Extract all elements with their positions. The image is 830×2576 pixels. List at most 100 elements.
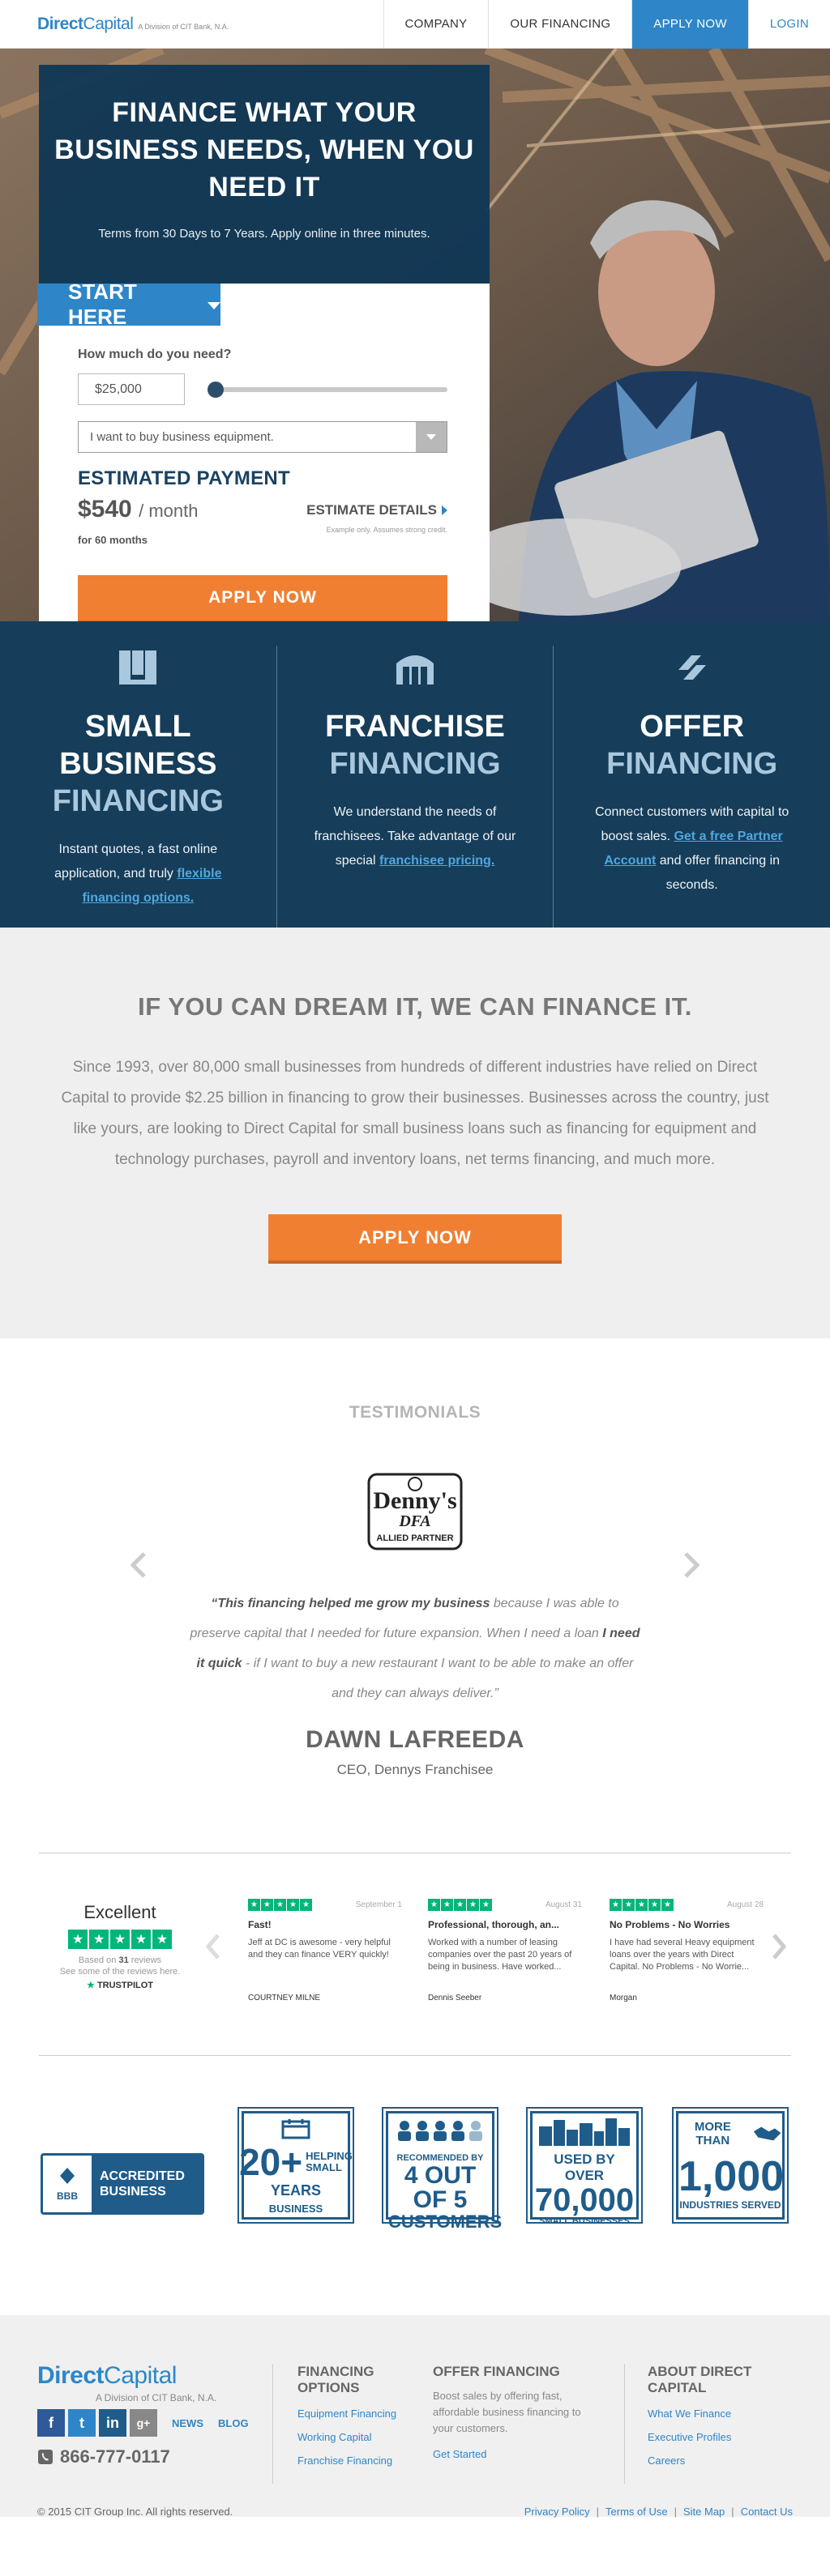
svg-text:ALLIED PARTNER: ALLIED PARTNER xyxy=(376,1533,453,1543)
testimonial-role: CEO, Dennys Franchisee xyxy=(336,1762,494,1777)
badge-businesses-served: USED BY OVER 70,000 SMALL BUSINESSES xyxy=(526,2107,643,2226)
review-title: No Problems - No Worries xyxy=(610,1919,730,1930)
feature-franchise: FRANCHISE FINANCING We understand the nee… xyxy=(276,646,554,928)
terms-of-use-link[interactable]: Terms of Use xyxy=(605,2506,668,2518)
review-card: ★ ★ ★ ★ ★ September 1 Fast! Jeff at DC is awe… xyxy=(248,1899,402,2002)
star-icon: ★ xyxy=(131,1930,151,1949)
trustpilot-reviews: Excellent ★ ★ ★ ★ ★ Based on 31 reviews See … xyxy=(0,1853,830,2056)
review-card: ★ ★ ★ ★ ★ August 31 Professional, thorough, a… xyxy=(428,1899,582,2002)
handshake-icon xyxy=(753,2126,781,2141)
franchise-financing-link[interactable]: Franchise Financing xyxy=(297,2454,410,2467)
twitter-icon[interactable]: t xyxy=(68,2409,96,2437)
calendar-icon xyxy=(281,2119,310,2139)
brand-tagline: A Division of CIT Bank, N.A. xyxy=(138,22,229,31)
testimonials-title: TESTIMONIALS xyxy=(349,1403,481,1422)
facebook-icon[interactable]: f xyxy=(37,2409,65,2437)
review-count: Based on 31 reviews xyxy=(78,1955,162,1965)
testimonials-section: TESTIMONIALS Denny's DFA ALLIED PARTNER … xyxy=(0,1338,830,1853)
feature-text: Instant quotes, a fast online applicatio… xyxy=(54,842,222,905)
badge-years-helping: 20+ HELPING SMALL YEARS BUSINESS xyxy=(237,2107,354,2224)
start-here-tab: START HERE xyxy=(37,279,220,329)
five-star-rating: ★ ★ ★ ★ ★ xyxy=(428,1899,492,1911)
review-author: COURTNEY MILNE xyxy=(248,1994,321,2002)
estimated-payment-amount: $540 / month xyxy=(78,496,199,522)
see-reviews-link[interactable]: See some of the reviews here. xyxy=(39,1967,201,1977)
svg-text:Denny's: Denny's xyxy=(373,1487,456,1514)
review-title: Professional, thorough, an... xyxy=(428,1919,560,1930)
get-started-link[interactable]: Get Started xyxy=(433,2448,587,2460)
nav-our-financing[interactable]: OUR FINANCING xyxy=(488,0,631,49)
dropdown-arrow-icon xyxy=(416,422,447,452)
footer-tagline: A Division of CIT Bank, N.A. xyxy=(96,2392,217,2403)
purpose-select[interactable]: I want to buy business equipment. xyxy=(78,421,447,453)
rating-word: Excellent xyxy=(83,1902,156,1922)
city-skyline-icon xyxy=(539,2118,630,2146)
site-header: DirectCapital A Division of CIT Bank, N.… xyxy=(0,0,830,49)
footer-offer-financing: OFFER FINANCING Boost sales by offering … xyxy=(433,2364,587,2460)
estimated-payment-title: ESTIMATED PAYMENT xyxy=(78,467,291,489)
chevron-left-icon[interactable] xyxy=(204,1933,222,1960)
footer-column-title: OFFER FINANCING xyxy=(433,2364,560,2379)
footer-about: ABOUT DIRECT CAPITAL What We Finance Exe… xyxy=(624,2364,794,2484)
franchisee-pricing-link[interactable]: franchisee pricing. xyxy=(379,854,494,868)
partner-link-icon xyxy=(678,655,706,680)
feature-title: OFFER xyxy=(640,710,745,744)
footer-logo[interactable]: DirectCapital xyxy=(37,2362,177,2390)
feature-text: Connect customers with capital to boost … xyxy=(595,805,789,892)
what-we-finance-link[interactable]: What We Finance xyxy=(648,2408,794,2420)
site-footer: DirectCapital A Division of CIT Bank, N.… xyxy=(0,2315,830,2518)
hero-subtitle: Terms from 30 Days to 7 Years. Apply onl… xyxy=(98,227,430,241)
privacy-policy-link[interactable]: Privacy Policy xyxy=(524,2506,590,2518)
chevron-right-icon[interactable] xyxy=(770,1933,788,1960)
people-icon xyxy=(398,2121,482,2141)
nav-login[interactable]: LOGIN xyxy=(747,0,830,49)
review-card: ★ ★ ★ ★ ★ August 28 No Problems - No Worries … xyxy=(610,1899,764,2002)
review-title: Fast! xyxy=(248,1919,272,1930)
financing-features: SMALL BUSINESS FINANCING Instant quotes, … xyxy=(0,621,830,928)
careers-link[interactable]: Careers xyxy=(648,2454,794,2467)
review-date: August 31 xyxy=(545,1900,582,1909)
amount-question: How much do you need? xyxy=(78,348,232,361)
review-date: September 1 xyxy=(355,1900,402,1909)
badge-industries-served: MORE THAN 1,000 INDUSTRIES SERVED xyxy=(672,2107,789,2224)
legal-links: Privacy Policy | Terms of Use | Site Map | … xyxy=(524,2506,793,2518)
estimate-details-link[interactable]: ESTIMATE DETAILS xyxy=(306,502,447,518)
svg-text:DFA: DFA xyxy=(398,1512,430,1530)
amount-slider-track[interactable] xyxy=(211,387,447,392)
dream-apply-now-button[interactable]: APPLY NOW xyxy=(268,1214,562,1264)
nav-company[interactable]: COMPANY xyxy=(383,0,489,49)
working-capital-link[interactable]: Working Capital xyxy=(297,2431,410,2443)
main-nav: COMPANY OUR FINANCING APPLY NOW LOGIN xyxy=(383,0,830,49)
review-author: Dennis Seeber xyxy=(428,1994,482,2002)
footer-column-title: FINANCING OPTIONS xyxy=(297,2364,374,2395)
equipment-financing-link[interactable]: Equipment Financing xyxy=(297,2408,410,2420)
footer-phone[interactable]: 866-777-0117 xyxy=(37,2446,170,2467)
star-icon: ★ xyxy=(152,1930,172,1949)
site-map-link[interactable]: Site Map xyxy=(683,2506,725,2518)
trust-badges: BBB ACCREDITED BUSINESS 20+ HELPING SMALL… xyxy=(0,2056,830,2315)
executive-profiles-link[interactable]: Executive Profiles xyxy=(648,2431,794,2443)
google-plus-icon[interactable]: g+ xyxy=(130,2409,157,2437)
dream-title: IF YOU CAN DREAM IT, WE CAN FINANCE IT. xyxy=(138,992,692,1021)
blog-link[interactable]: BLOG xyxy=(218,2417,249,2429)
star-icon: ★ xyxy=(110,1930,130,1949)
bbb-accredited-badge[interactable]: BBB ACCREDITED BUSINESS xyxy=(41,2153,204,2215)
star-icon: ★ xyxy=(87,1981,95,1990)
review-date: August 28 xyxy=(726,1900,764,1909)
trustpilot-logo: ★ TRUSTPILOT xyxy=(87,1981,153,1990)
storefront-icon xyxy=(396,655,434,685)
linkedin-icon[interactable]: in xyxy=(99,2409,126,2437)
amount-input[interactable]: $25,000 xyxy=(78,373,185,405)
bbb-label: ACCREDITED BUSINESS xyxy=(92,2156,202,2212)
hero-apply-now-button[interactable]: APPLY NOW xyxy=(78,575,447,621)
testimonial-quote: “This financing helped me grow my busine… xyxy=(190,1597,640,1700)
news-link[interactable]: NEWS xyxy=(172,2417,203,2429)
chevron-right-icon[interactable] xyxy=(681,1550,702,1580)
amount-slider-handle[interactable] xyxy=(208,382,224,398)
site-logo[interactable]: DirectCapital A Division of CIT Bank, N.… xyxy=(0,15,229,34)
contact-us-link[interactable]: Contact Us xyxy=(741,2506,793,2518)
nav-apply-now[interactable]: APPLY NOW xyxy=(631,0,748,49)
estimate-note: Example only. Assumes strong credit. xyxy=(326,526,447,534)
chevron-left-icon[interactable] xyxy=(128,1550,149,1580)
hero-headline-panel: FINANCE WHAT YOUR BUSINESS NEEDS, WHEN Y… xyxy=(39,65,490,284)
